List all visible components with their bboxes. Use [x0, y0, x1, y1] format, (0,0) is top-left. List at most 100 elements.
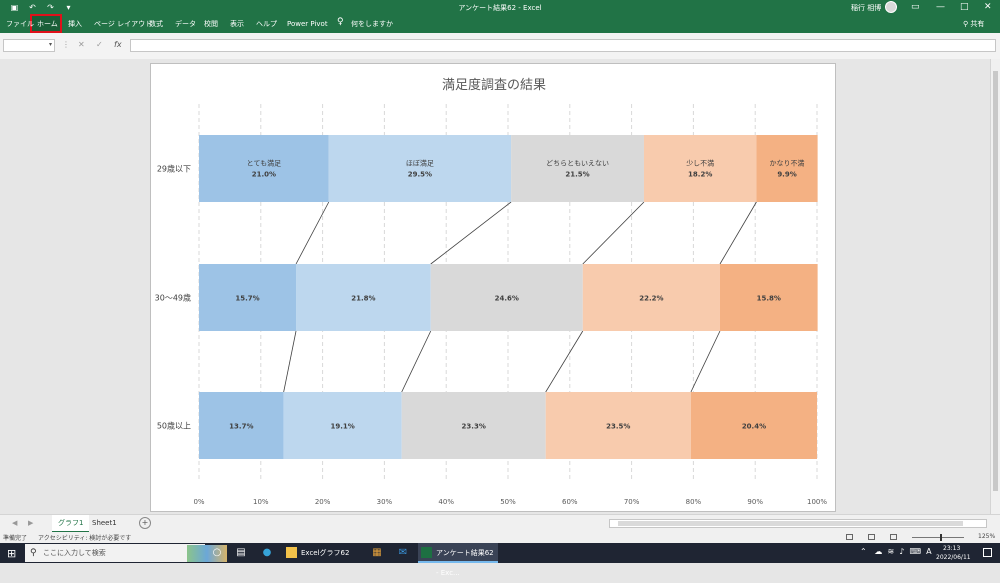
sheet-tab-graph1[interactable]: グラフ1	[52, 515, 90, 533]
scroll-thumb[interactable]	[618, 521, 963, 526]
series-line	[545, 330, 584, 393]
series-name-label: 少し不満	[686, 160, 714, 168]
data-label: 18.2%	[688, 171, 712, 179]
chevron-down-icon[interactable]: ▾	[49, 41, 52, 48]
tab-insert[interactable]: 挿入	[68, 19, 82, 29]
ime-indicator[interactable]: A	[926, 547, 931, 556]
notification-icon[interactable]	[983, 548, 992, 557]
zoom-level[interactable]: 125%	[978, 533, 995, 540]
sheet-tab-sheet1[interactable]: Sheet1	[86, 515, 123, 531]
keyboard-icon[interactable]: ⌨	[909, 547, 921, 556]
status-bar: 準備完了 アクセシビリティ: 検討が必要です 125%	[0, 532, 1000, 543]
next-sheet-icon[interactable]: ▶	[28, 519, 33, 527]
share-button[interactable]: ⚲ 共有	[963, 19, 984, 29]
data-label: 13.7%	[229, 423, 253, 431]
tab-file[interactable]: ファイル	[6, 19, 34, 29]
tab-data[interactable]: データ	[175, 19, 196, 29]
maximize-icon[interactable]: □	[960, 2, 969, 13]
avatar[interactable]	[885, 1, 897, 13]
chart-area[interactable]: 満足度調査の結果 0% 10% 20% 30% 40% 50% 60% 70% 80% 90% 10…	[150, 63, 836, 512]
taskbar-app-explorer[interactable]: Excelグラフ62	[283, 543, 381, 563]
data-label: 9.9%	[777, 171, 796, 179]
zoom-slider[interactable]	[912, 537, 964, 538]
horizontal-scrollbar[interactable]	[609, 519, 987, 528]
enter-icon[interactable]: ✓	[96, 40, 103, 49]
folder-icon	[286, 547, 297, 558]
wifi-icon[interactable]: ≋	[887, 547, 894, 556]
series-name-label: かなり不満	[770, 160, 805, 168]
windows-start-icon[interactable]: ⊞	[7, 547, 16, 560]
system-tray[interactable]: ⌃ ☁ ≋ ♪ ⌨ A	[860, 547, 932, 556]
tab-help[interactable]: ヘルプ	[256, 19, 277, 29]
chart-plot: 0% 10% 20% 30% 40% 50% 60% 70% 80% 90% 100% 29歳以下 とて…	[155, 104, 827, 506]
formula-bar-grip-icon[interactable]: ⋮	[62, 40, 70, 49]
x-tick-label: 10%	[253, 498, 269, 506]
bar-segment[interactable]	[511, 135, 644, 202]
clock-date[interactable]: 2022/06/11	[936, 554, 971, 561]
bar-segment[interactable]	[328, 135, 512, 202]
accessibility-status[interactable]: アクセシビリティ: 検討が必要です	[38, 533, 131, 542]
minimize-icon[interactable]: —	[936, 2, 945, 13]
taskbar-app-excel[interactable]: アンケート結果62 - Exc...	[418, 543, 498, 577]
lightbulb-icon[interactable]: ♀	[337, 17, 346, 29]
page-layout-view-icon[interactable]	[868, 534, 875, 540]
data-label: 22.2%	[639, 295, 663, 303]
formula-input[interactable]	[130, 39, 996, 52]
data-label: 20.4%	[742, 423, 766, 431]
bar-segment[interactable]	[756, 135, 818, 202]
chevron-up-icon[interactable]: ⌃	[860, 547, 867, 556]
task-view-icon[interactable]: ▤	[235, 547, 247, 559]
x-tick-label: 50%	[500, 498, 516, 506]
add-sheet-icon[interactable]: +	[139, 517, 151, 529]
cortana-icon[interactable]: ○	[211, 547, 223, 559]
x-tick-label: 100%	[807, 498, 827, 506]
data-label: 21.5%	[565, 171, 589, 179]
normal-view-icon[interactable]	[846, 534, 853, 540]
cancel-icon[interactable]: ✕	[78, 40, 85, 49]
share-label: 共有	[970, 20, 985, 28]
clock-time[interactable]: 23:13	[943, 545, 960, 552]
close-icon[interactable]: ✕	[984, 2, 992, 13]
tab-home[interactable]: ホーム	[37, 19, 58, 29]
cloud-icon[interactable]: ☁	[874, 547, 882, 556]
scroll-thumb[interactable]	[993, 71, 998, 491]
series-line	[295, 201, 330, 265]
series-name-label: とても満足	[247, 160, 281, 168]
category-label: 50歳以上	[157, 421, 191, 431]
x-tick-label: 90%	[747, 498, 763, 506]
tab-formulas[interactable]: 数式	[149, 19, 163, 29]
tab-view[interactable]: 表示	[230, 19, 244, 29]
zoom-slider-knob[interactable]	[940, 534, 942, 541]
mail-icon[interactable]: ✉	[397, 547, 409, 559]
x-tick-label: 70%	[624, 498, 640, 506]
user-name[interactable]: 稲行 相博	[851, 3, 881, 13]
x-tick-label: 80%	[686, 498, 702, 506]
ribbon-display-icon[interactable]: ▭	[911, 2, 920, 13]
prev-sheet-icon[interactable]: ◀	[12, 519, 17, 527]
taskbar-search[interactable]: ⚲ ここに入力して検索	[25, 544, 227, 562]
series-line	[430, 201, 512, 265]
tell-me-box[interactable]: 何をしますか	[351, 19, 393, 29]
series-line	[719, 201, 757, 265]
taskbar: ⊞ ⚲ ここに入力して検索 ○ ▤ ● Excelグラフ62 ▦ ✉ アンケート…	[0, 543, 1000, 577]
tab-review[interactable]: 校閲	[204, 19, 218, 29]
page-break-view-icon[interactable]	[890, 534, 897, 540]
volume-icon[interactable]: ♪	[899, 547, 904, 556]
bar-segment[interactable]	[643, 135, 757, 202]
data-label: 21.0%	[252, 171, 276, 179]
x-tick-label: 0%	[193, 498, 204, 506]
tab-page-layout[interactable]: ページ レイアウト	[94, 19, 152, 29]
category-label: 29歳以下	[157, 164, 191, 174]
document-title: アンケート結果62 - Excel	[458, 4, 542, 12]
vertical-scrollbar[interactable]	[990, 59, 1000, 514]
edge-icon[interactable]: ●	[261, 547, 273, 559]
bar-segment[interactable]	[199, 135, 329, 202]
category-label: 30〜49歳	[155, 293, 191, 303]
data-label: 29.5%	[408, 171, 432, 179]
sheet-tabs-bar: ◀ ▶ グラフ1 Sheet1 +	[0, 514, 1000, 533]
formula-bar: ▾ ⋮ ✕ ✓ fx	[0, 33, 1000, 60]
calendar-icon[interactable]: ▦	[371, 547, 383, 559]
name-box[interactable]: ▾	[3, 39, 55, 52]
tab-power-pivot[interactable]: Power Pivot	[287, 19, 328, 29]
insert-function-icon[interactable]: fx	[114, 40, 122, 49]
